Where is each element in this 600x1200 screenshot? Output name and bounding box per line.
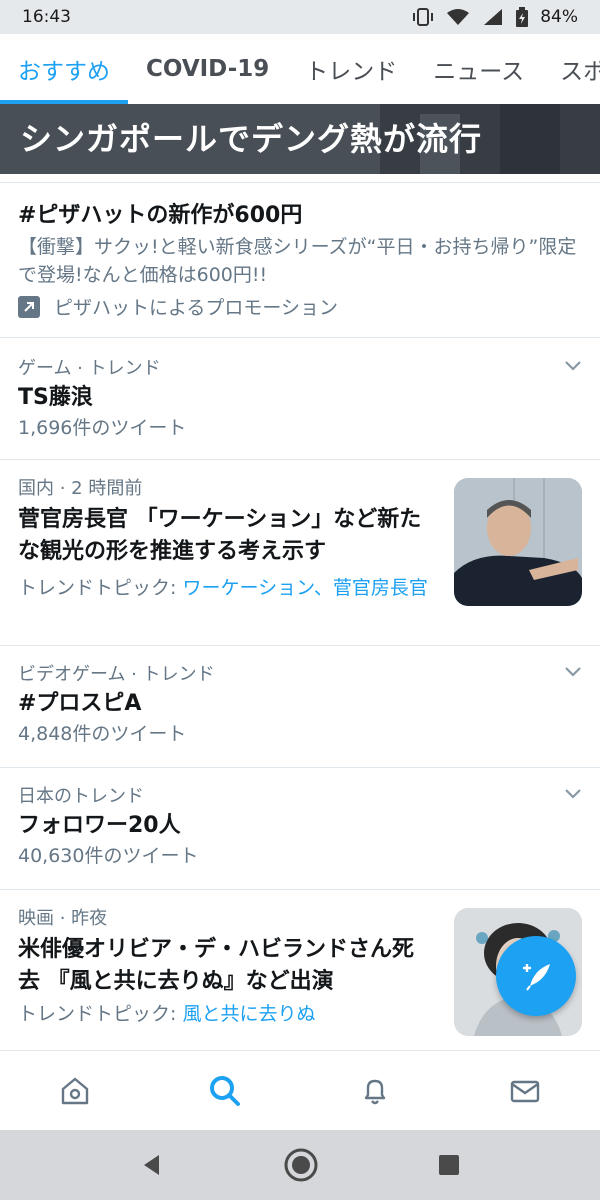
trend-meta: 日本のトレンド bbox=[18, 786, 144, 807]
recent-apps-icon[interactable] bbox=[437, 1153, 461, 1177]
tab-news[interactable]: ニュース bbox=[415, 34, 542, 104]
messages-icon bbox=[510, 1080, 540, 1102]
promoted-trend[interactable]: #ピザハットの新作が600円 【衝撃】サクッ!と軽い新食感シリーズが“平日・お持… bbox=[0, 182, 600, 338]
trend-name: #プロスピA bbox=[18, 691, 142, 716]
notifications-icon bbox=[364, 1079, 386, 1104]
chevron-down-icon[interactable] bbox=[564, 788, 582, 800]
status-icons: 84% bbox=[412, 7, 578, 27]
trend-tweet-count: 4,848件のツイート bbox=[18, 723, 187, 745]
tab-sports[interactable]: スポーツ bbox=[542, 34, 600, 104]
trend-tweet-count: 40,630件のツイート bbox=[18, 845, 199, 867]
nav-notifications-button[interactable] bbox=[335, 1056, 415, 1126]
explore-tabs: おすすめ COVID-19 トレンド ニュース スポーツ bbox=[0, 34, 600, 104]
back-icon[interactable] bbox=[139, 1152, 165, 1178]
bottom-navigation bbox=[0, 1050, 600, 1130]
nav-search-button[interactable] bbox=[185, 1056, 265, 1126]
news-topics-link[interactable]: 風と共に去りぬ bbox=[182, 1003, 315, 1025]
promo-attribution: ピザハットによるプロモーション bbox=[18, 293, 582, 320]
trend-item[interactable]: 日本のトレンド フォロワー20人 40,630件のツイート bbox=[0, 768, 600, 890]
trend-name: TS藤浪 bbox=[18, 385, 93, 410]
home-icon bbox=[61, 1077, 89, 1104]
trend-name: フォロワー20人 bbox=[18, 813, 181, 838]
news-topics-label: トレンドトピック: bbox=[18, 577, 183, 599]
news-title: 米俳優オリビア・デ・ハビランドさん死去 『風と共に去りぬ』など出演 bbox=[18, 937, 415, 994]
wifi-icon bbox=[447, 9, 470, 25]
hero-title: シンガポールでデング熱が流行 bbox=[20, 120, 483, 158]
search-icon bbox=[210, 1075, 240, 1106]
trend-tweet-count: 1,696件のツイート bbox=[18, 417, 187, 439]
status-bar: 16:43 84% bbox=[0, 0, 600, 34]
promo-description: 【衝撃】サクッ!と軽い新食感シリーズが“平日・お持ち帰り”限定で登場!なんと価格… bbox=[18, 236, 577, 286]
promoted-icon bbox=[18, 295, 40, 318]
status-time: 16:43 bbox=[22, 7, 71, 27]
news-title: 菅官房長官 「ワーケーション」など新たな観光の形を推進する考え示す bbox=[18, 507, 422, 564]
news-topics-label: トレンドトピック: bbox=[18, 1003, 183, 1025]
trend-meta: ゲーム · トレンド bbox=[18, 358, 161, 379]
news-topics: トレンドトピック: 風と共に去りぬ bbox=[18, 1000, 433, 1028]
hero-banner[interactable]: シンガポールでデング熱が流行 bbox=[0, 104, 600, 174]
promo-attribution-text: ピザハットによるプロモーション bbox=[54, 297, 339, 319]
news-topics: トレンドトピック: ワーケーション、菅官房長官 bbox=[18, 574, 433, 602]
tab-trends[interactable]: トレンド bbox=[287, 34, 415, 104]
android-navigation-bar bbox=[0, 1130, 600, 1200]
news-item[interactable]: 国内 · 2 時間前 菅官房長官 「ワーケーション」など新たな観光の形を推進する… bbox=[0, 460, 600, 646]
tab-covid19[interactable]: COVID-19 bbox=[128, 34, 287, 104]
news-topics-link[interactable]: ワーケーション、菅官房長官 bbox=[182, 577, 427, 599]
chevron-down-icon[interactable] bbox=[564, 666, 582, 678]
signal-icon bbox=[484, 9, 503, 25]
battery-icon bbox=[516, 7, 529, 27]
news-thumbnail bbox=[454, 478, 582, 606]
compose-tweet-button[interactable] bbox=[496, 936, 576, 1016]
news-thumbnail-image bbox=[454, 478, 582, 606]
chevron-down-icon[interactable] bbox=[564, 360, 582, 372]
trend-item[interactable]: ゲーム · トレンド TS藤浪 1,696件のツイート bbox=[0, 340, 600, 460]
trend-item[interactable]: ビデオゲーム · トレンド #プロスピA 4,848件のツイート bbox=[0, 646, 600, 768]
compose-tweet-icon bbox=[523, 964, 550, 991]
promo-title: #ピザハットの新作が600円 bbox=[18, 203, 303, 228]
battery-percent: 84% bbox=[540, 7, 578, 27]
home-circle-icon[interactable] bbox=[283, 1147, 319, 1183]
nav-messages-button[interactable] bbox=[485, 1056, 565, 1126]
trend-meta: ビデオゲーム · トレンド bbox=[18, 664, 215, 685]
vibrate-icon bbox=[413, 8, 434, 26]
tab-recommended[interactable]: おすすめ bbox=[0, 34, 128, 104]
nav-home-button[interactable] bbox=[35, 1056, 115, 1126]
